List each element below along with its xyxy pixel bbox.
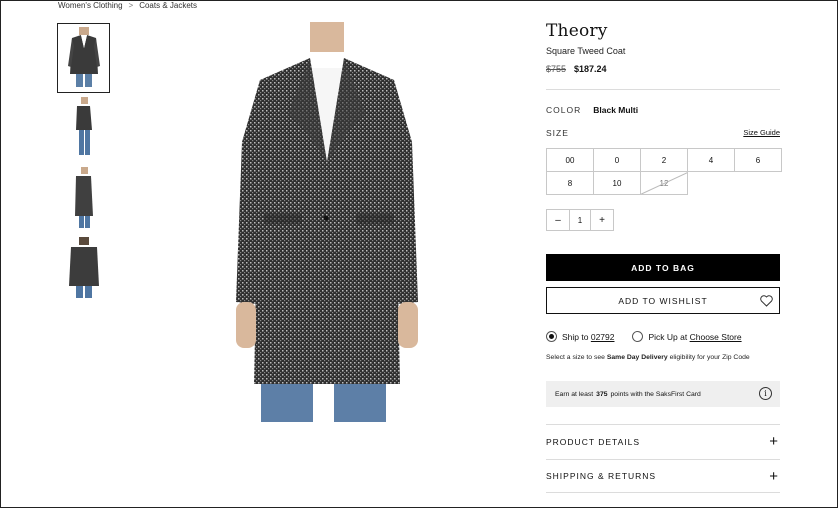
price-row: $755 $187.24 — [546, 64, 607, 74]
thumbnail-list — [57, 23, 110, 304]
ship-radio[interactable] — [546, 331, 557, 342]
pickup-radio[interactable] — [632, 331, 644, 342]
points-value: 375 — [596, 390, 608, 398]
same-day-delivery: Same Day Delivery — [606, 354, 668, 361]
breadcrumb-item-coats-jackets[interactable]: Coats & Jackets — [139, 1, 197, 10]
points-text-before: Earn at least — [555, 390, 594, 398]
size-option[interactable]: 8 — [546, 171, 594, 195]
quantity-increment-button[interactable]: + — [591, 210, 613, 230]
delivery-note-suffix: eligibility for your Zip Code — [669, 354, 750, 361]
size-option[interactable]: 00 — [546, 148, 594, 172]
delivery-note: Select a size to see Same Day Delivery e… — [546, 354, 750, 361]
size-option[interactable]: 6 — [734, 148, 782, 172]
pickup-option[interactable]: Pick Up at Choose Store — [632, 331, 742, 342]
price-sale: $187.24 — [574, 64, 607, 74]
saksfirst-points-banner: Earn at least 375 points with the SaksFi… — [546, 381, 780, 407]
heart-icon — [760, 295, 773, 309]
add-to-wishlist-button[interactable]: ADD TO WISHLIST — [546, 287, 780, 314]
size-option[interactable]: 0 — [593, 148, 641, 172]
breadcrumb-item-womens-clothing[interactable]: Women's Clothing — [58, 1, 123, 10]
quantity-stepper: – 1 + — [546, 209, 614, 231]
thumbnail-profile[interactable] — [58, 164, 109, 232]
accordion-label: PRODUCT DETAILS — [546, 436, 641, 447]
size-option[interactable]: 4 — [687, 148, 735, 172]
product-main-image — [230, 22, 425, 422]
thumbnail-back[interactable] — [58, 234, 109, 302]
thumbnail-side[interactable] — [58, 94, 109, 162]
ship-prefix: Ship to — [562, 331, 589, 342]
size-label: SIZE — [546, 128, 569, 138]
size-option[interactable]: 10 — [593, 171, 641, 195]
color-row: COLOR Black Multi — [546, 105, 638, 115]
plus-icon: + — [769, 433, 778, 450]
pickup-label: Pick Up at Choose Store — [648, 332, 741, 342]
ship-option[interactable]: Ship to 02792 — [546, 331, 614, 342]
plus-icon: + — [769, 467, 778, 485]
zip-code-link[interactable]: 02792 — [591, 332, 615, 342]
quantity-decrement-button[interactable]: – — [547, 210, 569, 230]
pickup-prefix: Pick Up at — [648, 331, 688, 342]
points-text-after: points with the SaksFirst Card — [610, 390, 701, 398]
product-brand[interactable]: Theory — [546, 21, 608, 41]
delivery-note-text: Select a size to see — [546, 354, 605, 361]
size-selector: 00 0 2 4 6 8 10 12 — [546, 148, 782, 195]
size-option[interactable]: 2 — [640, 148, 688, 172]
size-option-unavailable[interactable]: 12 — [640, 171, 688, 195]
add-to-wishlist-label: ADD TO WISHLIST — [618, 295, 708, 306]
thumbnail-front[interactable] — [57, 23, 110, 93]
fulfillment-options: Ship to 02792 Pick Up at Choose Store — [546, 331, 742, 342]
product-title: Square Tweed Coat — [546, 46, 626, 56]
price-original: $755 — [546, 64, 567, 74]
ship-label: Ship to 02792 — [562, 332, 614, 342]
choose-store-link[interactable]: Choose Store — [690, 332, 742, 342]
breadcrumb-separator: > — [128, 1, 134, 10]
add-to-bag-button[interactable]: ADD TO BAG — [546, 254, 780, 281]
accordion-product-details[interactable]: PRODUCT DETAILS + — [546, 424, 780, 458]
accordion-label: SHIPPING & RETURNS — [546, 471, 657, 481]
accordion-shipping-returns[interactable]: SHIPPING & RETURNS + — [546, 459, 780, 493]
divider — [546, 89, 780, 90]
quantity-input[interactable]: 1 — [569, 210, 591, 230]
size-guide-link[interactable]: Size Guide — [743, 128, 780, 138]
color-value: Black Multi — [593, 105, 639, 115]
size-header: SIZE Size Guide — [546, 128, 780, 138]
breadcrumb: Women's Clothing > Coats & Jackets — [58, 1, 197, 10]
color-label: COLOR — [546, 105, 582, 115]
info-icon[interactable]: i — [759, 387, 772, 400]
